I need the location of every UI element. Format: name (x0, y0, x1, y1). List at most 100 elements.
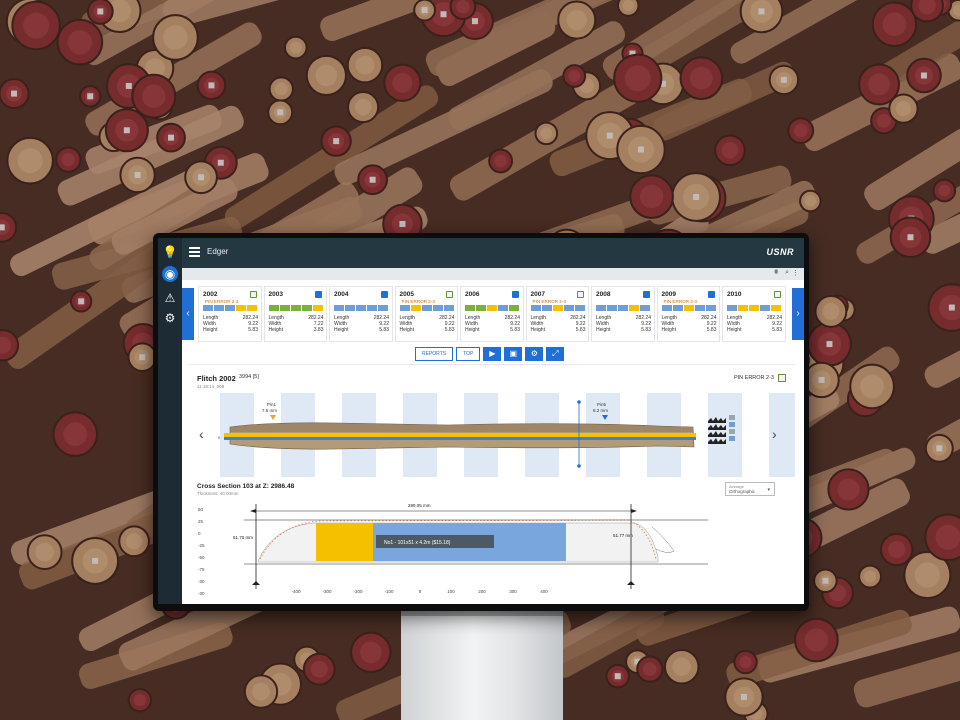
board-segment (225, 305, 235, 311)
pin-error-icon[interactable] (577, 291, 584, 298)
flitch-card-2003[interactable]: 2003 Length 282.24 Width 7.22 Height 3.83 (263, 286, 327, 342)
fullscreen-icon[interactable]: ⤢ (546, 347, 565, 361)
dimension-values: Length 282.24 Width 9.22 Height 5.83 (465, 315, 520, 333)
flitch-card-id: 2009 (661, 291, 676, 298)
board-segment (203, 305, 213, 311)
action-toolbar: REPORTS TOP ▶ ▣ ⚙ ⤢ (415, 347, 565, 361)
flitch-card-2006[interactable]: 2006 Length 282.24 Width 9.22 Height 5.83 (460, 286, 524, 342)
board-segment (279, 305, 290, 311)
pin5-label: Pin5 (597, 402, 607, 407)
monitor-frame: 💡 ◉ ⚠ ⚙ Edger USNR ⩩ ⌕ ⋮ ‹ 2002 PIN ERROR… (153, 233, 809, 611)
flitch-card-2008[interactable]: 2008 Length 282.24 Width 9.22 Height 5.83 (591, 286, 655, 342)
flitch-card-2002[interactable]: 2002 PIN ERROR 2-3 Length 282.24 Width 9.22 He… (198, 286, 262, 342)
board-segment (618, 305, 628, 311)
save-icon[interactable] (380, 291, 388, 298)
board-segment (760, 305, 770, 311)
x-tick-label: -200 (353, 589, 363, 594)
gear-icon[interactable]: ⚙ (162, 310, 178, 326)
left-rail: 💡 ◉ ⚠ ⚙ (158, 238, 182, 604)
board-strip (334, 305, 389, 311)
more-vert-icon[interactable]: ⋮ (792, 269, 799, 277)
board-segment (552, 305, 563, 311)
y-tick-label: -30 (198, 591, 205, 596)
pin-error-icon[interactable] (778, 374, 786, 382)
save-icon[interactable] (315, 291, 322, 298)
flitch-title: Flitch 2002 (197, 374, 236, 383)
view-mode-select[interactable]: Average Orthographic ▾ (725, 482, 775, 496)
board-segment (727, 305, 737, 311)
flitch-card-id: 2008 (596, 291, 611, 298)
board-strip (727, 305, 782, 311)
dimension-values: Length 282.24 Width 9.22 Height 5.83 (530, 315, 586, 333)
board-strip (465, 305, 520, 311)
board-segment (432, 305, 443, 311)
board-segment (705, 305, 716, 311)
board-segment (290, 305, 301, 311)
x-tick-label: -300 (322, 589, 332, 594)
board-segment (629, 305, 639, 311)
board-strip (530, 305, 586, 311)
pin5-value: 8.2 mm (593, 408, 608, 413)
save-icon[interactable] (642, 291, 650, 298)
carousel-prev-button[interactable]: ‹ (182, 288, 194, 340)
play-icon[interactable]: ▶ (483, 347, 502, 361)
x-tick-label: 300 (509, 589, 517, 594)
x-tick-label: 100 (447, 589, 455, 594)
carousel-next-button[interactable]: › (792, 288, 804, 340)
save-icon[interactable]: ▣ (504, 347, 523, 361)
flitch-card-2009[interactable]: 2009 PIN ERROR 2-3 Length 282.24 Width 9.22 He… (656, 286, 720, 342)
flitch-card-id: 2006 (465, 291, 480, 298)
flitch-card-2010[interactable]: 2010 Length 282.24 Width 9.22 Height 5.83 (722, 286, 786, 342)
brand-logo: USNR (766, 247, 794, 257)
app-title: Edger (207, 247, 229, 256)
pin1-marker[interactable] (270, 415, 276, 420)
pin-error-icon[interactable] (446, 291, 453, 298)
reports-button[interactable]: REPORTS (415, 347, 454, 361)
flitch-panel: Flitch 2002 3994 [5] 11:18:14 .008 PIN E… (188, 364, 795, 598)
board-segment (661, 305, 672, 311)
hamburger-menu-icon[interactable] (189, 247, 200, 257)
settings-gear-icon[interactable]: ⚙ (525, 347, 544, 361)
board-segment (672, 305, 683, 311)
filter-icon[interactable]: ⩩ (774, 269, 778, 277)
dimension-values: Length 282.24 Width 9.22 Height 5.83 (334, 315, 389, 333)
board-segment (301, 305, 312, 311)
gauge-icon[interactable]: ◉ (162, 266, 178, 282)
board-segment (465, 305, 475, 311)
top-button[interactable]: TOP (456, 347, 481, 361)
flitch-carousel: ‹ 2002 PIN ERROR 2-3 Length 282.24 Width 9.22… (182, 286, 804, 342)
board-segment (607, 305, 617, 311)
warning-icon[interactable]: ⚠ (162, 290, 178, 306)
flitch-card-id: 2003 (268, 291, 283, 298)
board-segment (509, 305, 519, 311)
save-icon[interactable] (511, 291, 519, 298)
board-segment (334, 305, 344, 311)
app-screen: 💡 ◉ ⚠ ⚙ Edger USNR ⩩ ⌕ ⋮ ‹ 2002 PIN ERROR… (158, 238, 804, 604)
board-yellow[interactable] (316, 523, 373, 561)
board-segment (345, 305, 355, 311)
flitch-card-2004[interactable]: 2004 Length 282.24 Width 9.22 Height 5.83 (329, 286, 393, 342)
board-segment (378, 305, 388, 311)
lightbulb-icon[interactable]: 💡 (162, 244, 178, 260)
left-height-dimension: 51.70 mm (233, 535, 253, 540)
view-prev-arrow[interactable]: ‹ (199, 426, 204, 442)
flitch-card-2005[interactable]: 2005 PIN ERROR 2-3 Length 282.24 Width 9.22 He… (394, 286, 458, 342)
board-segment (356, 305, 366, 311)
board-strip (203, 305, 258, 311)
flitch-top-view[interactable]: ‹ › 0 Pin1 7.5 mm Pin5 8.2 mm (188, 389, 795, 479)
y-tick-label: -30 (198, 579, 205, 584)
pin-error-icon[interactable] (249, 291, 257, 298)
y-tick-label: 25 (198, 519, 204, 524)
view-next-arrow[interactable]: › (772, 426, 777, 442)
cross-section-diagram[interactable]: 50 25 0 -25 -50 -75 -30 -30 -400 -300 -200 -100 0 10… (188, 497, 795, 597)
pin-error-icon[interactable] (773, 291, 781, 298)
flitch-card-id: 2002 (203, 291, 218, 298)
dimension-values: Length 282.24 Width 9.22 Height 5.83 (399, 315, 455, 333)
dimension-values: Length 282.24 Width 9.22 Height 5.83 (727, 315, 782, 333)
save-icon[interactable] (708, 291, 715, 298)
board-strip (661, 305, 717, 311)
search-icon[interactable]: ⌕ (785, 269, 789, 277)
right-height-dimension: 51.77 mm (613, 533, 633, 538)
board-segment (421, 305, 432, 311)
flitch-card-2007[interactable]: 2007 PIN ERROR 2-3 Length 282.24 Width 9.22 He… (525, 286, 589, 342)
